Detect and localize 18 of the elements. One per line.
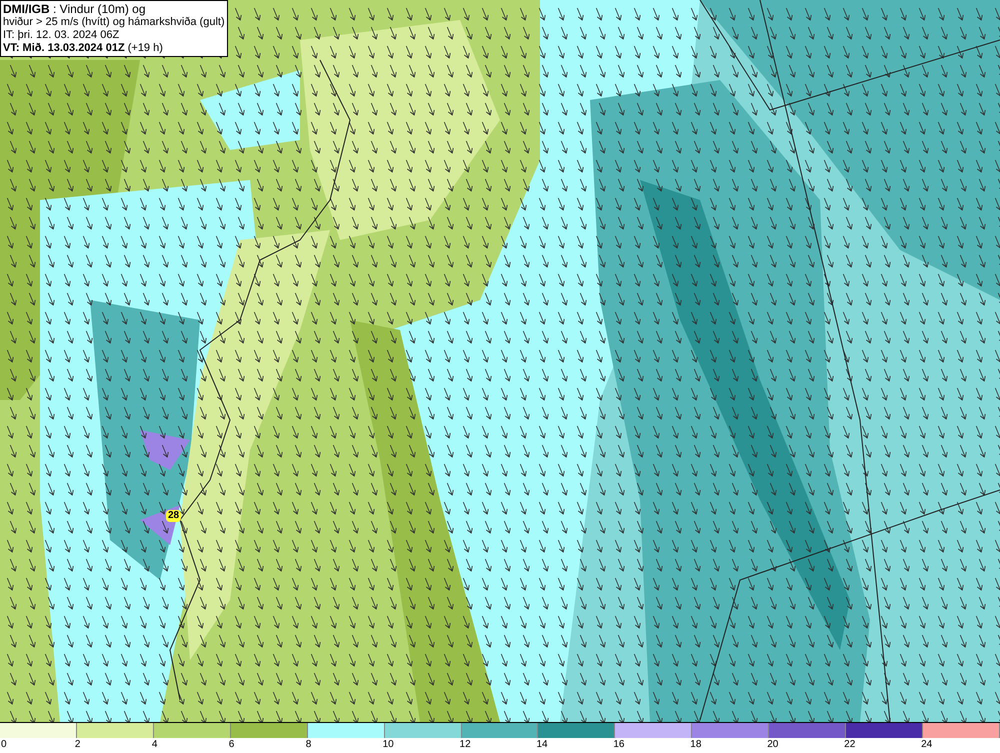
legend-label: 12 (460, 738, 471, 752)
legend-label: 14 (536, 738, 548, 752)
value-label: 28 (166, 510, 182, 522)
info-text: DMI/IGB : Vindur (10m) og (3, 2, 146, 16)
legend-label: 20 (767, 738, 778, 752)
legend-label: 0 (1, 738, 7, 752)
legend-label: 18 (690, 738, 702, 752)
legend-label: 6 (228, 738, 234, 752)
legend-label: 8 (306, 738, 312, 752)
legend-label: 2 (74, 738, 80, 752)
legend-label: 24 (921, 738, 932, 752)
legend-label: 22 (844, 738, 856, 752)
info-text: hviður > 25 m/s (hvítt) og hámarkshviða (gult) (3, 16, 225, 29)
legend-label: 10 (382, 738, 394, 752)
info-text: IT: þri. 12. 03. 2024 06Z (3, 29, 120, 42)
info-text: VT: Mið. 13.03.2024 01Z (+19 h) (3, 42, 164, 55)
legend-label: 16 (613, 738, 624, 752)
legend-label: 4 (152, 738, 158, 752)
